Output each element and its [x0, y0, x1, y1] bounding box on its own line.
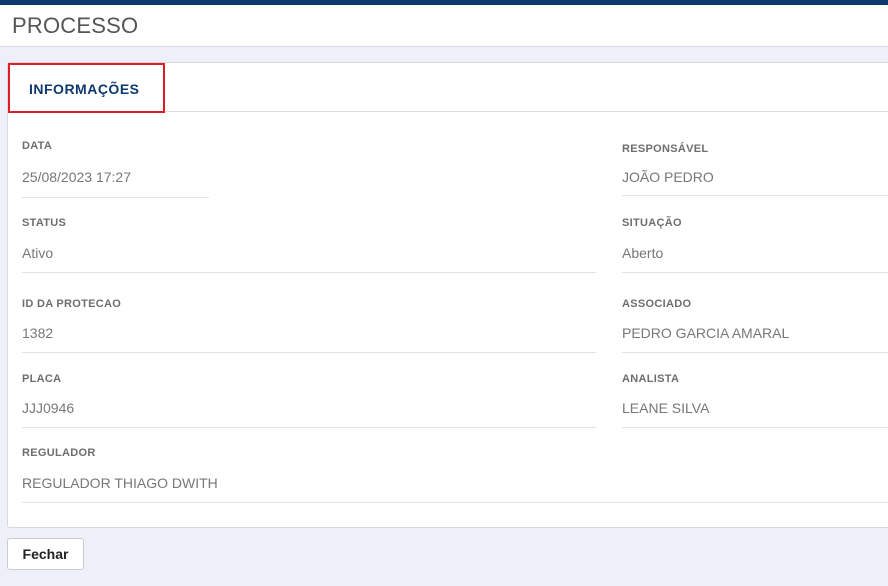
- field-placa-value: JJJ0946: [22, 400, 75, 416]
- field-situacao-label: SITUAÇÃO: [622, 217, 682, 229]
- field-associado: ASSOCIADO PEDRO GARCIA AMARAL: [622, 298, 789, 341]
- divider: [22, 352, 596, 353]
- field-id-protecao: ID DA PROTECAO 1382: [22, 298, 121, 341]
- divider: [22, 427, 596, 428]
- field-status-label: STATUS: [22, 217, 67, 229]
- field-data: DATA 25/08/2023 17:27: [22, 140, 131, 185]
- field-situacao: SITUAÇÃO Aberto: [622, 217, 682, 261]
- divider: [22, 272, 596, 273]
- page-header: PROCESSO: [0, 5, 888, 47]
- field-associado-label: ASSOCIADO: [622, 298, 692, 310]
- field-associado-value: PEDRO GARCIA AMARAL: [622, 325, 790, 341]
- tab-informacoes-label: INFORMAÇÕES: [29, 81, 140, 97]
- field-analista-label: ANALISTA: [622, 373, 680, 385]
- divider: [622, 427, 888, 428]
- info-card: INFORMAÇÕES DATA 25/08/2023 17:27 STATUS…: [7, 62, 888, 528]
- divider: [22, 502, 888, 503]
- close-button[interactable]: Fechar: [7, 538, 84, 570]
- field-responsavel: RESPONSÁVEL JOÃO PEDRO: [622, 143, 714, 185]
- divider: [622, 195, 888, 196]
- card-tab-bar: INFORMAÇÕES: [8, 63, 888, 113]
- field-analista: ANALISTA LEANE SILVA: [622, 373, 709, 416]
- field-status: STATUS Ativo: [22, 217, 66, 261]
- divider: [622, 352, 888, 353]
- divider: [622, 272, 888, 273]
- field-placa-label: PLACA: [22, 373, 62, 385]
- divider: [22, 197, 209, 198]
- field-id-protecao-value: 1382: [22, 325, 54, 341]
- field-data-label: DATA: [22, 140, 53, 152]
- field-responsavel-label: RESPONSÁVEL: [622, 143, 709, 155]
- field-regulador: REGULADOR REGULADOR THIAGO DWITH: [22, 447, 218, 491]
- page-title: PROCESSO: [12, 13, 139, 38]
- field-id-protecao-label: ID DA PROTECAO: [22, 298, 122, 310]
- tab-informacoes[interactable]: INFORMAÇÕES: [8, 63, 165, 113]
- field-regulador-label: REGULADOR: [22, 447, 96, 459]
- field-analista-value: LEANE SILVA: [622, 400, 710, 416]
- field-placa: PLACA JJJ0946: [22, 373, 74, 416]
- field-responsavel-value: JOÃO PEDRO: [622, 169, 714, 185]
- field-status-value: Ativo: [22, 245, 54, 261]
- field-situacao-value: Aberto: [622, 245, 664, 261]
- field-regulador-value: REGULADOR THIAGO DWITH: [22, 475, 218, 491]
- field-data-value: 25/08/2023 17:27: [22, 169, 131, 185]
